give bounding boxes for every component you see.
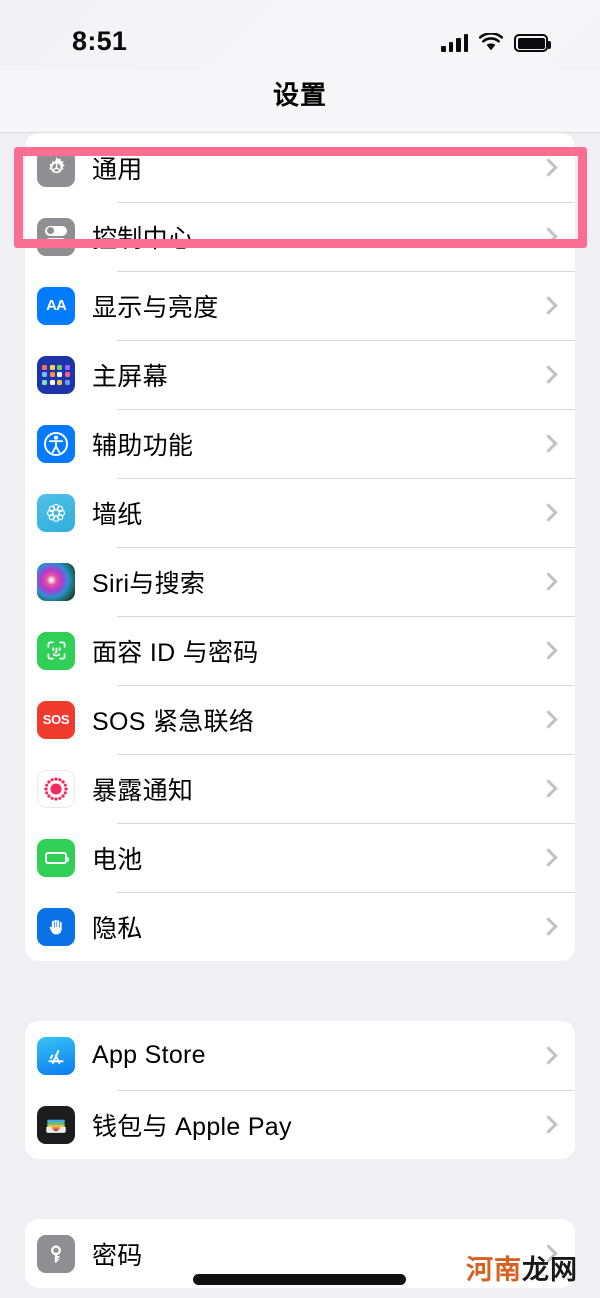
- chevron-right-icon: [539, 365, 558, 384]
- chevron-right-icon: [539, 848, 558, 867]
- battery-full-icon: [514, 34, 551, 52]
- chevron-right-icon: [539, 434, 558, 453]
- privacy-hand-icon: [37, 907, 75, 946]
- wallet-icon: [37, 1105, 75, 1144]
- settings-row-exposure-notifications[interactable]: 暴露通知: [25, 754, 575, 823]
- settings-row-label: 钱包与 Apple Pay: [92, 1112, 292, 1141]
- settings-row-label: 辅助功能: [92, 431, 194, 460]
- face-id-icon: [37, 631, 75, 670]
- aa-glyph: AA: [46, 297, 67, 314]
- settings-row-battery[interactable]: 电池: [25, 823, 575, 892]
- status-bar-indicators: [441, 28, 551, 52]
- settings-gear-icon: [37, 148, 75, 187]
- settings-row-wallet-apple-pay[interactable]: 钱包与 Apple Pay: [25, 1090, 575, 1159]
- chevron-right-icon: [539, 296, 558, 315]
- settings-row-accessibility[interactable]: 辅助功能: [25, 409, 575, 478]
- chevron-right-icon: [539, 1046, 558, 1065]
- wallpaper-icon: [37, 493, 75, 532]
- chevron-right-icon: [539, 572, 558, 591]
- settings-row-emergency-sos[interactable]: SOS SOS 紧急联络: [25, 685, 575, 754]
- settings-row-siri-search[interactable]: Siri与搜索: [25, 547, 575, 616]
- settings-row-label: 墙纸: [92, 500, 143, 529]
- siri-icon: [37, 562, 75, 601]
- settings-row-face-id-passcode[interactable]: 面容 ID 与密码: [25, 616, 575, 685]
- control-center-icon: [37, 217, 75, 256]
- display-brightness-icon: AA: [37, 286, 75, 325]
- settings-list: 通用 控制中心 AA 显示与亮度 主屏幕 辅助功能 墙纸 Siri与搜索 面容 …: [0, 133, 600, 1288]
- battery-icon: [37, 838, 75, 877]
- settings-row-label: Siri与搜索: [92, 569, 206, 598]
- settings-row-app-store[interactable]: App Store: [25, 1021, 575, 1090]
- exposure-notification-icon: [37, 769, 75, 808]
- settings-row-privacy[interactable]: 隐私: [25, 892, 575, 961]
- settings-row-label: 面容 ID 与密码: [92, 638, 259, 667]
- settings-row-label: 暴露通知: [92, 776, 194, 805]
- status-bar: 8:51: [0, 0, 600, 70]
- status-bar-time: 8:51: [72, 26, 128, 56]
- settings-row-control-center[interactable]: 控制中心: [25, 202, 575, 271]
- settings-row-label: 显示与亮度: [92, 293, 219, 322]
- wifi-icon: [478, 32, 504, 52]
- settings-row-home-screen[interactable]: 主屏幕: [25, 340, 575, 409]
- settings-row-general[interactable]: 通用: [25, 133, 575, 202]
- settings-group-stores: App Store 钱包与 Apple Pay: [25, 1021, 575, 1159]
- watermark-part-orange: 河南: [466, 1255, 522, 1285]
- chevron-right-icon: [539, 710, 558, 729]
- settings-row-display-brightness[interactable]: AA 显示与亮度: [25, 271, 575, 340]
- watermark: 河南龙网: [466, 1248, 578, 1287]
- settings-row-label: 电池: [92, 845, 143, 874]
- chevron-right-icon: [539, 158, 558, 177]
- sos-glyph: SOS: [42, 712, 70, 727]
- settings-row-label: 密码: [92, 1241, 143, 1270]
- chevron-right-icon: [539, 641, 558, 660]
- settings-row-wallpaper[interactable]: 墙纸: [25, 478, 575, 547]
- accessibility-icon: [37, 424, 75, 463]
- cellular-signal-icon: [441, 33, 468, 52]
- emergency-sos-icon: SOS: [37, 700, 75, 739]
- chevron-right-icon: [539, 503, 558, 522]
- watermark-part-dark: 龙网: [522, 1255, 578, 1285]
- home-screen-icon: [37, 355, 75, 394]
- navigation-bar: 设置: [0, 70, 600, 133]
- page-title: 设置: [272, 80, 327, 110]
- app-store-icon: [37, 1036, 75, 1075]
- passwords-key-icon: [37, 1234, 75, 1273]
- settings-group-system: 通用 控制中心 AA 显示与亮度 主屏幕 辅助功能 墙纸 Siri与搜索 面容 …: [25, 133, 575, 961]
- home-indicator-bar: [193, 1274, 406, 1285]
- chevron-right-icon: [539, 227, 558, 246]
- settings-row-label: SOS 紧急联络: [92, 707, 255, 736]
- settings-row-label: 隐私: [92, 914, 143, 943]
- chevron-right-icon: [539, 779, 558, 798]
- settings-row-label: 控制中心: [92, 224, 194, 253]
- chevron-right-icon: [539, 917, 558, 936]
- settings-row-label: 主屏幕: [92, 362, 168, 391]
- chevron-right-icon: [539, 1115, 558, 1134]
- settings-row-label: App Store: [92, 1041, 206, 1069]
- settings-row-label: 通用: [92, 155, 143, 184]
